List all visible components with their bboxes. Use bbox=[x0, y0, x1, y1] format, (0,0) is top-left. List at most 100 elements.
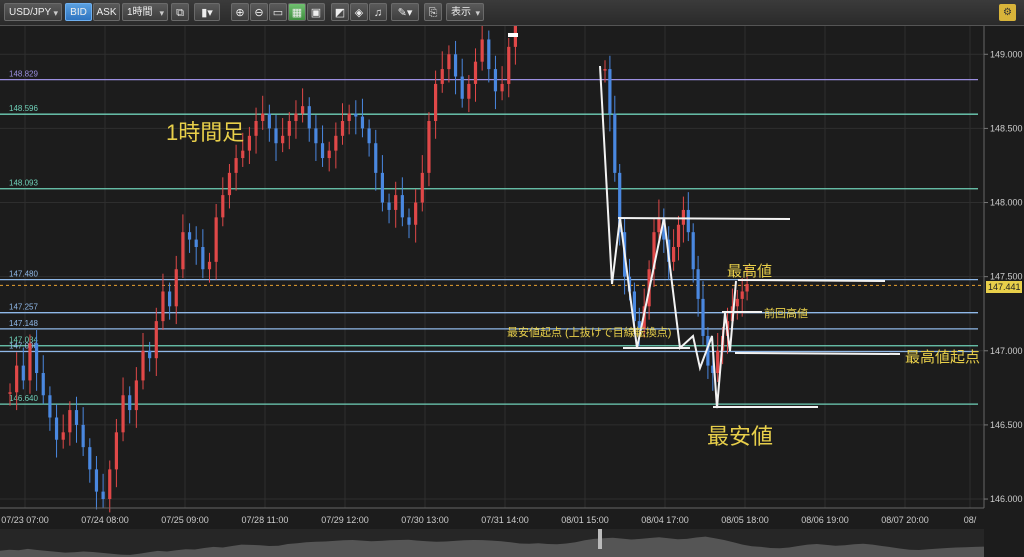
label-high-origin: 最高値起点 bbox=[905, 349, 980, 366]
alert-icon[interactable]: ♫ bbox=[369, 3, 387, 21]
candle-body bbox=[294, 113, 298, 121]
candle-body bbox=[500, 83, 504, 92]
candle-body bbox=[287, 120, 291, 136]
candle-body bbox=[267, 113, 271, 129]
order-icon[interactable]: ◩ bbox=[331, 3, 349, 21]
candle-body bbox=[141, 350, 145, 381]
candle-body bbox=[281, 135, 285, 144]
candle-body bbox=[148, 350, 152, 359]
ask-button[interactable]: ASK bbox=[93, 3, 120, 21]
level-label: 148.596 bbox=[9, 104, 38, 113]
candle-body bbox=[427, 120, 431, 173]
candle-body bbox=[493, 69, 498, 92]
draw-tool-icon[interactable]: ✎▾ bbox=[391, 3, 419, 21]
x-tick-label: 08/07 20:00 bbox=[881, 515, 929, 525]
scroll-marker bbox=[508, 33, 518, 37]
x-tick-label: 08/04 17:00 bbox=[641, 515, 689, 525]
y-tick-label: 148.000 bbox=[990, 198, 1023, 208]
level-label: 148.093 bbox=[9, 179, 38, 188]
candle-body bbox=[394, 195, 398, 210]
x-tick-label: 07/29 12:00 bbox=[321, 515, 369, 525]
zoom-in-icon[interactable]: ⊕ bbox=[231, 3, 249, 21]
candle-body bbox=[487, 39, 491, 70]
copy-icon[interactable]: ⎘ bbox=[424, 3, 442, 21]
candle-body bbox=[400, 195, 404, 218]
candle-body bbox=[68, 410, 72, 433]
grid-icon[interactable]: ▦ bbox=[288, 3, 306, 21]
candle-body bbox=[507, 46, 511, 84]
candle-body bbox=[234, 158, 238, 173]
level-label: 147.480 bbox=[9, 270, 38, 279]
candle-body bbox=[161, 291, 165, 322]
candle-body bbox=[187, 232, 192, 240]
window-icon[interactable]: ▣ bbox=[307, 3, 325, 21]
candle-body bbox=[745, 284, 749, 292]
navigator-handle[interactable] bbox=[598, 529, 602, 549]
candle-body bbox=[696, 269, 700, 299]
candle-body bbox=[440, 69, 444, 84]
candle-body bbox=[420, 172, 424, 203]
candle-body bbox=[480, 39, 484, 62]
candle-body bbox=[174, 269, 178, 307]
display-menu[interactable]: 表示 bbox=[446, 3, 484, 22]
candle-body bbox=[301, 106, 305, 114]
candle-body bbox=[334, 135, 338, 151]
hline-top bbox=[617, 217, 791, 220]
candle-body bbox=[608, 69, 612, 114]
label-prev-high: 前回高値 bbox=[764, 306, 808, 320]
candle-body bbox=[347, 113, 351, 121]
x-tick-label: 07/30 13:00 bbox=[401, 515, 449, 525]
candle-body bbox=[168, 291, 172, 307]
y-tick-label: 147.000 bbox=[990, 346, 1023, 356]
candle-body bbox=[94, 469, 99, 492]
candle-body bbox=[603, 69, 607, 71]
level-label: 147.148 bbox=[9, 319, 38, 328]
x-tick-label: 07/28 11:00 bbox=[242, 515, 289, 525]
candle-body bbox=[467, 83, 471, 99]
cube-icon[interactable]: ◈ bbox=[350, 3, 368, 21]
candle-body bbox=[340, 120, 345, 136]
price-chart[interactable]: 148.829 148.596 148.093 147.480 147.257 147.1… bbox=[0, 26, 1024, 557]
current-price-label: 147.441 bbox=[988, 282, 1021, 292]
x-tick-label: 07/24 08:00 bbox=[81, 515, 129, 525]
candle-body bbox=[254, 120, 258, 136]
x-tick-label: 07/31 14:00 bbox=[481, 515, 529, 525]
bid-button[interactable]: BID bbox=[65, 3, 92, 21]
timeframe-select[interactable]: 1時間 bbox=[122, 3, 168, 22]
x-tick-label: 07/25 09:00 bbox=[161, 515, 209, 525]
candle-body bbox=[701, 298, 705, 336]
candle-body bbox=[354, 113, 358, 117]
candle-body bbox=[221, 195, 225, 218]
candle-body bbox=[414, 202, 418, 225]
link-icon[interactable]: ⧉ bbox=[171, 3, 189, 21]
x-tick-label: 08/01 15:00 bbox=[561, 515, 609, 525]
x-tick-label: 07/23 07:00 bbox=[1, 515, 49, 525]
hline-high-origin bbox=[734, 352, 901, 355]
toolbar: USD/JPY BID ASK 1時間 ⧉ ▮▾ ⊕ ⊖ ▭ ▦ ▣ ◩ ◈ ♫… bbox=[0, 0, 1024, 26]
candle-body bbox=[108, 469, 112, 500]
candle-body bbox=[387, 202, 391, 210]
label-low-origin: 最安値起点 (上抜けで目線転換点) bbox=[507, 325, 671, 339]
label-low: 最安値 bbox=[707, 424, 773, 449]
candle-type-icon[interactable]: ▮▾ bbox=[194, 3, 220, 21]
zoom-out-icon[interactable]: ⊖ bbox=[250, 3, 268, 21]
candle-body bbox=[327, 150, 331, 159]
candle-body bbox=[473, 61, 478, 84]
candle-body bbox=[447, 54, 451, 70]
candle-body bbox=[716, 350, 720, 374]
candle-body bbox=[735, 298, 739, 307]
candle-body bbox=[28, 343, 32, 381]
candle-body bbox=[360, 116, 365, 129]
settings-icon[interactable]: ⚙ bbox=[999, 4, 1016, 21]
candle-body bbox=[241, 150, 245, 159]
candle-body bbox=[247, 135, 251, 151]
y-tick-label: 148.500 bbox=[990, 123, 1023, 133]
symbol-select[interactable]: USD/JPY bbox=[4, 3, 62, 22]
candle-body bbox=[380, 172, 384, 203]
candle-body bbox=[134, 380, 138, 411]
candle-body bbox=[81, 424, 85, 448]
x-tick-label: 08/05 18:00 bbox=[721, 515, 769, 525]
fit-icon[interactable]: ▭ bbox=[269, 3, 287, 21]
x-tick-label: 08/ bbox=[964, 515, 977, 525]
candle-body bbox=[434, 83, 438, 121]
